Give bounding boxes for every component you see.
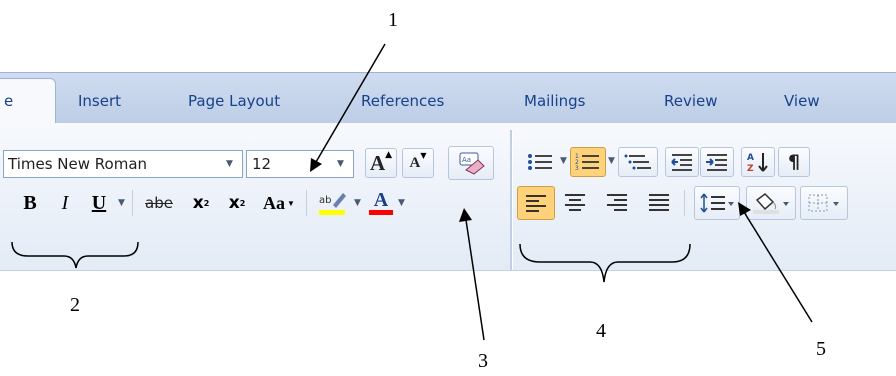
annotation-label-5: 5 [816, 338, 826, 360]
arrowhead-1 [310, 158, 322, 172]
brace-4 [519, 243, 691, 283]
arrowhead-3 [459, 208, 472, 222]
annotation-line-5 [743, 211, 813, 323]
annotation-label-3: 3 [478, 350, 488, 372]
annotation-overlay [11, 43, 813, 341]
annotation-label-4: 4 [596, 320, 606, 342]
annotation-label-1: 1 [388, 9, 398, 31]
annotation-label-2: 2 [70, 294, 80, 316]
brace-2 [11, 241, 139, 269]
annotation-line-3 [465, 219, 485, 341]
annotation-line-1 [315, 43, 386, 163]
